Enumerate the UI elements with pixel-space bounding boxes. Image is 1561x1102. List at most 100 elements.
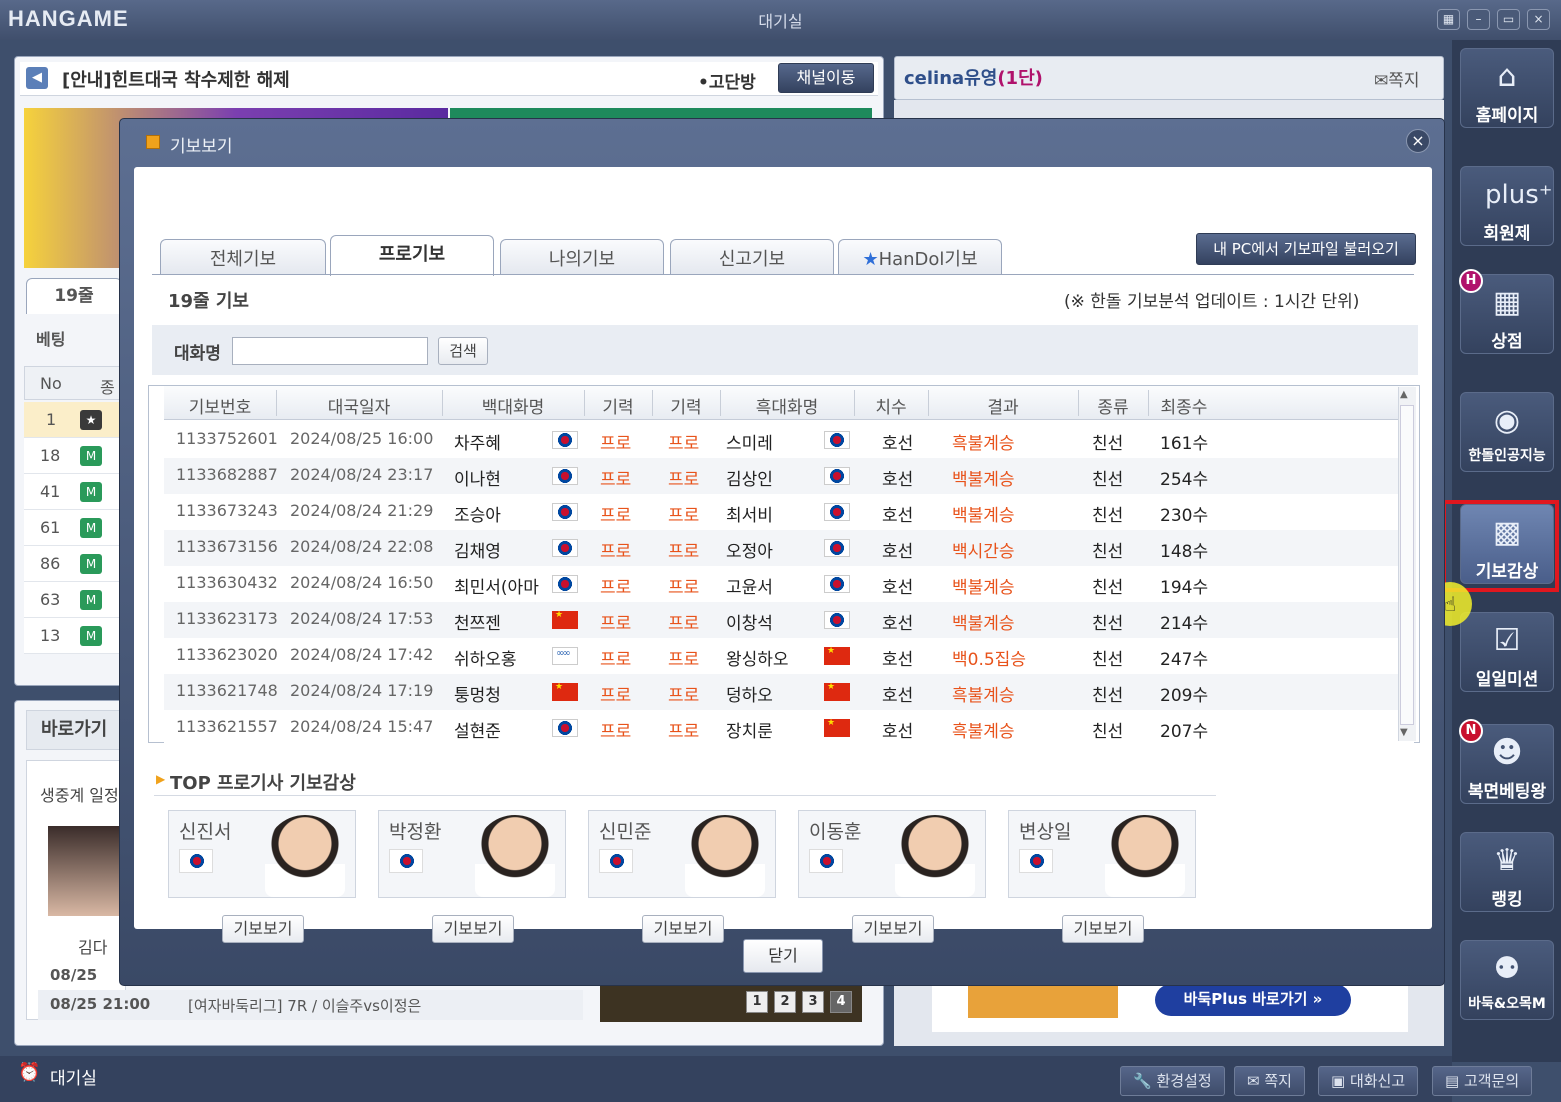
customer-inquiry-button[interactable]: ▤ 고객문의 xyxy=(1432,1066,1533,1096)
sidebar-item-store[interactable]: ▦ 상점 H xyxy=(1459,269,1554,354)
view-kibo-button[interactable]: 기보보기 xyxy=(222,915,304,943)
column-header[interactable]: 치수 xyxy=(854,393,928,418)
ad-image xyxy=(968,986,1118,1018)
scroll-up-icon[interactable]: ▲ xyxy=(1400,389,1408,400)
column-header[interactable]: 흑대화명 xyxy=(720,393,854,418)
player-photo[interactable] xyxy=(48,826,120,916)
cell-id: 1133673156 xyxy=(176,537,278,556)
player-card[interactable]: 이동훈 xyxy=(798,810,986,898)
column-divider xyxy=(584,390,585,416)
pager-button[interactable]: 2 xyxy=(774,991,796,1013)
column-header[interactable]: 백대화명 xyxy=(442,393,584,418)
tab-divider xyxy=(152,274,1414,275)
column-header[interactable]: 기보번호 xyxy=(164,393,276,418)
cell-brank: 프로 xyxy=(668,434,700,454)
view-kibo-button[interactable]: 기보보기 xyxy=(642,915,724,943)
notice-text[interactable]: [안내]힌트대국 착수제한 해제 xyxy=(62,66,290,92)
table-row[interactable]: 1133630432 2024/08/24 16:50 최민서(아마 프로 프로 고윤서 호… xyxy=(164,566,1414,602)
tab-report[interactable]: 신고기보 xyxy=(670,239,834,275)
message-button[interactable]: ✉ 쪽지 xyxy=(1234,1066,1305,1096)
table-row[interactable]: 1133621748 2024/08/24 17:19 퉁멍청 프로 프로 덩하오 호선 흑불… xyxy=(164,674,1414,710)
view-kibo-button[interactable]: 기보보기 xyxy=(852,915,934,943)
cell-type: 친선 xyxy=(1092,578,1124,598)
player-card[interactable]: 변상일 xyxy=(1008,810,1196,898)
chat-report-button[interactable]: ▣ 대화신고 xyxy=(1318,1066,1419,1096)
settings-button[interactable]: 🔧 환경설정 xyxy=(1120,1066,1225,1096)
channel-move-button[interactable]: 채널이동 xyxy=(778,63,874,93)
scroll-thumb[interactable] xyxy=(1400,405,1414,725)
home-icon: ⌂ xyxy=(1497,59,1517,94)
table-row[interactable]: 1133673156 2024/08/24 22:08 김채영 프로 프로 오정아 호선 백시… xyxy=(164,530,1414,566)
sidebar-item-calendar[interactable]: ☑ 일일미션 xyxy=(1460,612,1554,692)
left-list-row[interactable] xyxy=(24,402,124,438)
modal-close-button[interactable]: 닫기 xyxy=(743,939,823,973)
left-list-row[interactable] xyxy=(24,474,124,510)
table-row[interactable]: 1133623173 2024/08/24 17:53 천쯔젠 프로 프로 이창석 호선 백불… xyxy=(164,602,1414,638)
left-list-row[interactable] xyxy=(24,618,124,654)
column-header[interactable]: 기력 xyxy=(584,393,652,418)
tab-mine[interactable]: 나의기보 xyxy=(500,239,664,275)
column-header[interactable]: 종류 xyxy=(1078,393,1148,418)
baduk-plus-button[interactable]: 바둑Plus 바로가기 » xyxy=(1155,984,1351,1016)
cell-moves: 254수 xyxy=(1160,470,1209,490)
table-row[interactable]: 1133673243 2024/08/24 21:29 조승아 프로 프로 최서비 호선 백불… xyxy=(164,494,1414,530)
highlight-box xyxy=(1442,500,1559,592)
left-list-row[interactable] xyxy=(24,582,124,618)
view-kibo-button[interactable]: 기보보기 xyxy=(432,915,514,943)
table-row[interactable]: 1133623020 2024/08/24 17:42 쉬하오홍 프로 프로 왕싱하오 호선… xyxy=(164,638,1414,674)
window-close-icon[interactable]: × xyxy=(1527,9,1550,30)
column-header[interactable]: 대국일자 xyxy=(276,393,442,418)
pager-button[interactable]: 3 xyxy=(802,991,824,1013)
message-link[interactable]: ✉쪽지 xyxy=(1374,66,1420,91)
column-divider xyxy=(854,390,855,416)
cell-id: 1133623173 xyxy=(176,609,278,628)
column-divider xyxy=(928,390,929,416)
nickname-search-input[interactable] xyxy=(232,337,428,365)
envelope-icon: ✉ xyxy=(1374,71,1389,91)
tab-all[interactable]: 전체기보 xyxy=(160,239,326,275)
room-type-icon: M xyxy=(80,518,102,538)
flag-icon xyxy=(824,611,850,629)
pager-button[interactable]: 1 xyxy=(746,991,768,1013)
column-header[interactable]: 최종수 xyxy=(1148,393,1220,418)
table-header: 기보번호 대국일자 백대화명 기력 기력 흑대화명 치수 결과 종류 최종수 xyxy=(164,386,1414,420)
sidebar-item-trophy[interactable]: ♛ 랭킹 xyxy=(1460,832,1554,912)
sidebar-item-mask[interactable]: ☻ 복면베팅왕 N xyxy=(1459,719,1554,804)
table-row[interactable]: 1133621557 2024/08/24 15:47 설현준 프로 프로 장치룬 호선 흑불… xyxy=(164,710,1414,746)
maximize-icon[interactable]: ▭ xyxy=(1497,9,1520,30)
tab-19line[interactable]: 19줄 xyxy=(26,278,122,314)
pager-button[interactable]: 4 xyxy=(830,991,852,1013)
left-list-row[interactable] xyxy=(24,510,124,546)
sidebar-item-home[interactable]: ⌂ 홈페이지 xyxy=(1460,48,1554,128)
cell-wrank: 프로 xyxy=(600,470,632,490)
user-name-wrap[interactable]: celina유영(1단) xyxy=(904,64,1043,90)
minimize-icon[interactable]: – xyxy=(1467,9,1490,30)
player-card[interactable]: 신진서 xyxy=(168,810,356,898)
search-button[interactable]: 검색 xyxy=(438,337,488,365)
sidebar-item-game[interactable]: ⚉ 바둑&오목M xyxy=(1460,940,1554,1020)
player-card[interactable]: 신민준 xyxy=(588,810,776,898)
table-row[interactable]: 1133682887 2024/08/24 23:17 이나현 프로 프로 김상인 호선 백불… xyxy=(164,458,1414,494)
customer-inquiry-label: 고객문의 xyxy=(1463,1072,1520,1090)
table-row[interactable]: 1133752601 2024/08/25 16:00 차주혜 프로 프로 스미레 호선 흑불… xyxy=(164,422,1414,458)
schedule-label: 생중계 일정 xyxy=(40,786,119,805)
sidebar-item-robot[interactable]: ◉ 한돌인공지능 xyxy=(1460,392,1554,472)
left-list-row[interactable] xyxy=(24,438,124,474)
mask-icon: ☻ xyxy=(1491,735,1523,770)
modal-close-icon[interactable]: × xyxy=(1406,129,1430,153)
tab-pro[interactable]: 프로기보 xyxy=(330,235,494,276)
player-card[interactable]: 박정환 xyxy=(378,810,566,898)
column-header[interactable]: 기력 xyxy=(652,393,720,418)
flag-icon xyxy=(824,682,850,701)
cell-handicap: 호선 xyxy=(882,470,914,490)
scroll-down-icon[interactable]: ▼ xyxy=(1400,727,1408,738)
tab-handol[interactable]: ★HanDol기보 xyxy=(838,239,1002,275)
schedule-event[interactable]: [여자바둑리그] 7R / 이슬주vs이정은 xyxy=(188,995,421,1016)
view-kibo-button[interactable]: 기보보기 xyxy=(1062,915,1144,943)
left-list-row[interactable] xyxy=(24,546,124,582)
plus-icon: plus⁺ xyxy=(1485,180,1553,210)
grid-icon[interactable]: ▦ xyxy=(1437,9,1460,30)
load-pc-file-button[interactable]: 내 PC에서 기보파일 불러오기 xyxy=(1196,233,1416,265)
column-header[interactable]: 결과 xyxy=(928,393,1078,418)
sidebar-item-plus[interactable]: plus⁺ 회원제 xyxy=(1460,166,1554,246)
